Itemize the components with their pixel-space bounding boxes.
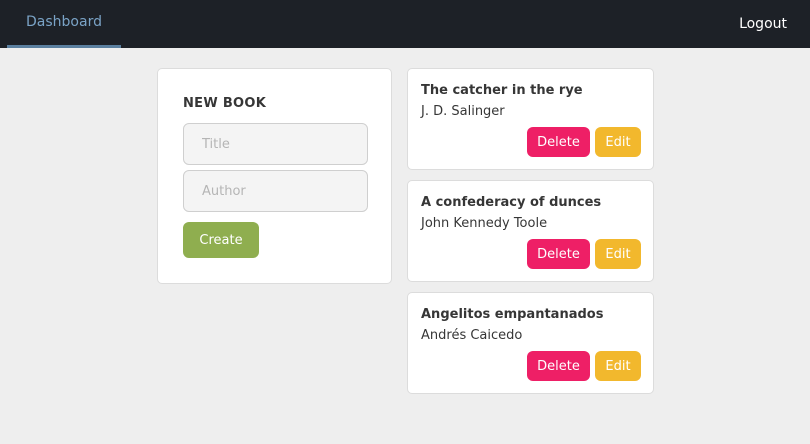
delete-button[interactable]: Delete [527,127,590,157]
create-button[interactable]: Create [183,222,259,258]
book-author: J. D. Salinger [421,104,505,119]
book-card: The catcher in the rye J. D. Salinger De… [407,68,654,170]
edit-button[interactable]: Edit [595,239,641,269]
nav-tab-dashboard[interactable]: Dashboard [7,0,121,48]
book-card: A confederacy of dunces John Kennedy Too… [407,180,654,282]
delete-button[interactable]: Delete [527,351,590,381]
title-input[interactable] [183,123,368,165]
top-navbar: Dashboard Logout [0,0,810,48]
book-title: A confederacy of dunces [421,195,602,210]
edit-button[interactable]: Edit [595,351,641,381]
author-input[interactable] [183,170,368,212]
book-title: The catcher in the rye [421,83,583,98]
book-title: Angelitos empantanados [421,307,604,322]
book-card: Angelitos empantanados Andrés Caicedo De… [407,292,654,394]
form-heading: NEW BOOK [183,96,267,111]
book-author: Andrés Caicedo [421,328,523,343]
book-author: John Kennedy Toole [421,216,548,231]
edit-button[interactable]: Edit [595,127,641,157]
delete-button[interactable]: Delete [527,239,590,269]
new-book-form: NEW BOOK Create [157,68,392,284]
logout-link[interactable]: Logout [739,0,787,48]
